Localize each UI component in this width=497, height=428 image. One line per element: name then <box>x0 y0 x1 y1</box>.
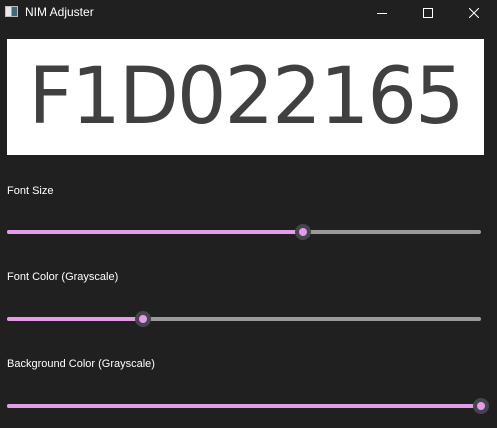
font-color-slider[interactable] <box>7 309 481 329</box>
window-title: NIM Adjuster <box>25 5 94 19</box>
background-color-label: Background Color (Grayscale) <box>7 358 155 370</box>
slider-fill <box>7 317 143 321</box>
nim-preview-box: F1D022165 <box>7 39 484 155</box>
slider-thumb[interactable] <box>295 224 312 240</box>
font-size-slider[interactable] <box>7 222 481 242</box>
maximize-icon <box>423 7 433 18</box>
minimize-button[interactable] <box>359 0 405 25</box>
app-window-icon <box>5 6 18 17</box>
slider-thumb[interactable] <box>473 398 489 414</box>
nim-preview-text: F1D022165 <box>28 52 464 142</box>
font-size-label: Font Size <box>7 185 54 197</box>
maximize-button[interactable] <box>405 0 451 25</box>
minimize-icon <box>377 12 387 14</box>
font-color-label: Font Color (Grayscale) <box>7 271 119 283</box>
close-icon <box>469 7 479 18</box>
background-color-slider[interactable] <box>7 396 489 416</box>
title-bar[interactable]: NIM Adjuster <box>0 0 497 25</box>
close-button[interactable] <box>451 0 497 25</box>
slider-thumb[interactable] <box>134 311 151 327</box>
app-window: NIM Adjuster F1D022165 Font Size Font Co… <box>0 0 497 428</box>
slider-fill <box>7 404 481 408</box>
slider-fill <box>7 230 304 234</box>
